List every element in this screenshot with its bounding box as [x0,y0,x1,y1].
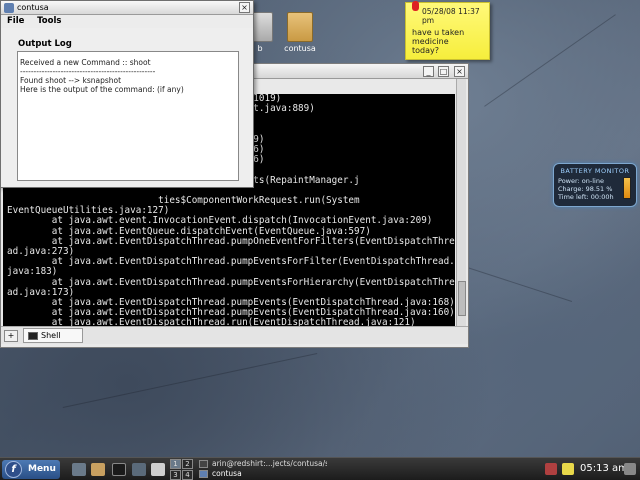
workspace-1[interactable]: 1 [170,459,181,469]
fedora-icon: f [5,461,22,478]
task-label: arin@redshirt:...jects/contusa/s [212,459,327,468]
menu-file[interactable]: File [7,16,24,26]
scrollbar-thumb[interactable] [458,281,466,316]
task-terminal[interactable]: arin@redshirt:...jects/contusa/s [197,459,327,469]
volume-icon[interactable] [624,463,636,475]
new-tab-button[interactable]: + [4,330,18,342]
tab-shell[interactable]: Shell [23,328,83,343]
contusa-titlebar[interactable]: contusa × [1,1,253,15]
bird-icon[interactable] [72,463,86,476]
close-button[interactable]: × [239,2,250,13]
terminal-scrollbar[interactable] [456,79,466,326]
menu-button-label: Menu [28,464,56,474]
task-contusa[interactable]: contusa [197,469,327,479]
terminal-icon[interactable] [112,463,126,476]
screen-icon[interactable] [132,463,146,476]
terminal-line: at java.awt.EventDispatchThread.pumpEven… [7,276,455,288]
menu-tools[interactable]: Tools [37,16,61,26]
battery-icon [623,177,631,199]
battery-charge: Charge: 98.51 % [558,185,613,193]
terminal-tabbar: + Shell [1,326,468,344]
minimize-button[interactable]: _ [423,66,434,77]
maximize-button[interactable]: □ [438,66,449,77]
sticky-note[interactable]: 05/28/08 11:37 pm have u taken medicine … [405,1,490,60]
sticky-note-text-line1: have u taken medicine [412,28,465,46]
output-log[interactable]: Received a new Command :: shoot --------… [17,51,239,181]
battery-time-left: Time left: 00:00h [558,193,614,201]
terminal-icon [28,331,38,340]
battery-power: Power: on-line [558,177,604,185]
battery-monitor-title: BATTERY MONITOR [560,167,630,175]
close-button[interactable]: × [454,66,465,77]
menubar: File Tools [1,15,253,28]
home-icon[interactable] [91,463,105,476]
wallpaper-crack [484,14,616,107]
clock[interactable]: 05:13 am [580,463,628,474]
wallpaper-crack [62,352,318,409]
menu-button[interactable]: f Menu [2,460,60,479]
contusa-window[interactable]: contusa × File Tools Output Log Received… [0,0,254,188]
workspace-4[interactable]: 4 [182,470,193,480]
desktop-icon-contusa[interactable]: contusa [276,12,324,53]
workspace-2[interactable]: 2 [182,459,193,469]
folder-icon [287,12,313,42]
output-log-title: Output Log [18,39,72,49]
pin-icon [412,1,419,11]
app-icon [4,3,14,13]
terminal-line: at java.awt.EventDispatchThread.run(Even… [7,317,416,326]
tab-shell-label: Shell [41,331,61,340]
note-icon[interactable] [562,463,574,475]
task-label: contusa [212,469,242,478]
desktop-icon-label: b [257,44,263,53]
desktop-icon-label: contusa [284,44,316,53]
workspace-3[interactable]: 3 [170,470,181,480]
app-icon [199,470,208,478]
sticky-note-date: 05/28/08 11:37 pm [422,7,480,25]
workspace-pager: 1 2 3 4 [170,459,194,480]
desktop-icon[interactable] [151,463,165,476]
terminal-line: at java.awt.EventDispatchThread.pumpOneE… [7,235,455,247]
terminal-icon [199,460,208,468]
battery-monitor-widget: BATTERY MONITOR Power: on-line Charge: 9… [553,163,637,207]
taskbar: f Menu 1 2 3 4 arin@redshirt:...jects/co… [0,457,640,480]
terminal-line: at java.awt.EventDispatchThread.pumpEven… [7,256,455,268]
window-title: contusa [17,3,49,12]
sticky-note-text-line2: today? [412,46,439,55]
user-icon[interactable] [545,463,557,475]
